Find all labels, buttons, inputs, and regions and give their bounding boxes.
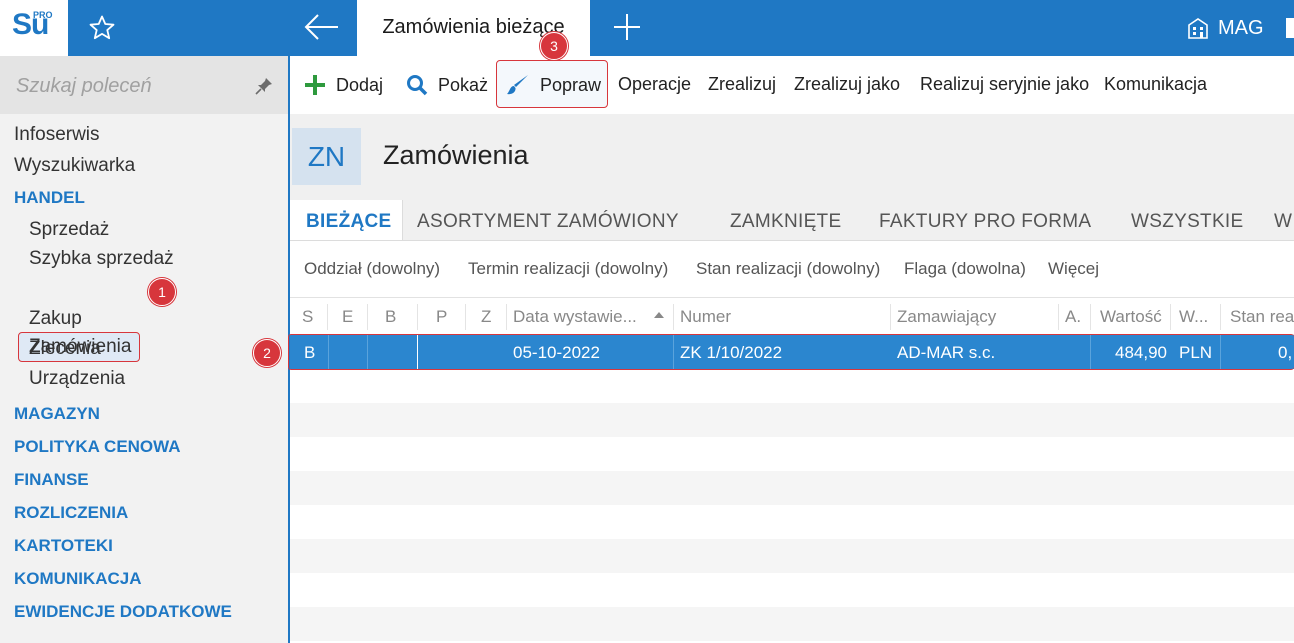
module-title: Zamówienia: [383, 140, 529, 170]
empty-row: [290, 607, 1294, 641]
plus-icon: [305, 75, 325, 95]
top-bar: Su PRO Zamówienia bieżące MAG: [0, 0, 1294, 56]
sidebar-item-urzadzenia[interactable]: Urządzenia: [29, 368, 125, 390]
dodaj-label: Dodaj: [336, 74, 384, 95]
column-header-stan[interactable]: Stan rea: [1230, 307, 1294, 327]
column-header-z[interactable]: Z: [481, 307, 491, 327]
dodaj-button[interactable]: Dodaj: [304, 74, 383, 96]
step-badge-2: 2: [253, 339, 281, 367]
sidebar-item-zlecenia[interactable]: Zlecenia: [29, 338, 101, 360]
filter-stan-realizacji[interactable]: Stan realizacji (dowolny): [696, 259, 880, 279]
calendar-icon[interactable]: [1286, 18, 1294, 38]
realizuj-seryjnie-label: Realizuj seryjnie jako: [920, 74, 1090, 94]
step-badge-3: 3: [540, 32, 568, 60]
column-header-s[interactable]: S: [302, 307, 313, 327]
sidebar-section-komunikacja[interactable]: KOMUNIKACJA: [14, 569, 142, 589]
sidebar-item-zakup[interactable]: Zakup: [29, 308, 82, 330]
column-header-zamawiajacy[interactable]: Zamawiający: [897, 307, 996, 327]
pokaz-button[interactable]: Pokaż: [406, 74, 488, 96]
selected-row-highlight: [288, 334, 1294, 370]
tab-biezace-label: BIEŻĄCE: [306, 211, 392, 232]
tab-wszystkie[interactable]: WSZYSTKIE: [1131, 211, 1244, 233]
sidebar-item-sprzedaz[interactable]: Sprzedaż: [29, 219, 109, 241]
empty-row: [290, 471, 1294, 505]
sidebar-item-wyszukiwarka[interactable]: Wyszukiwarka: [14, 155, 135, 177]
sidebar-section-polityka-cenowa[interactable]: POLITYKA CENOWA: [14, 437, 181, 457]
logo-pro: PRO: [33, 10, 53, 20]
tab-more[interactable]: W: [1274, 211, 1292, 233]
command-search-input[interactable]: [14, 70, 243, 102]
pin-icon[interactable]: [254, 76, 274, 96]
grid-header: S E B P Z Data wystawie... Numer Zamawia…: [290, 298, 1294, 335]
toolbar: Dodaj Pokaż Popraw Operacje Zrealizuj Zr…: [290, 56, 1294, 114]
komunikacja-label: Komunikacja: [1104, 74, 1208, 94]
zrealizuj-button[interactable]: Zrealizuj: [708, 74, 776, 95]
module-header: ZN Zamówienia: [290, 114, 1294, 200]
filter-wiecej[interactable]: Więcej: [1048, 259, 1099, 279]
empty-row: [290, 369, 1294, 403]
sidebar-section-rozliczenia[interactable]: ROZLICZENIA: [14, 503, 128, 523]
empty-row: [290, 573, 1294, 607]
column-header-wartosc[interactable]: Wartość: [1100, 307, 1162, 327]
popraw-button[interactable]: Popraw: [506, 74, 601, 96]
command-search: [0, 56, 288, 114]
tab-faktury-pro-forma[interactable]: FAKTURY PRO FORMA: [879, 211, 1091, 233]
sidebar-section-kartoteki[interactable]: KARTOTEKI: [14, 536, 113, 556]
step-badge-1: 1: [148, 278, 176, 306]
search-icon: [407, 75, 428, 96]
empty-row: [290, 539, 1294, 573]
module-code: ZN: [292, 128, 361, 185]
empty-row: [290, 403, 1294, 437]
column-header-e[interactable]: E: [342, 307, 353, 327]
view-tabs: BIEŻĄCE ASORTYMENT ZAMÓWIONY ZAMKNIĘTE F…: [290, 200, 1294, 241]
filter-bar: Oddział (dowolny) Termin realizacji (dow…: [290, 241, 1294, 298]
pokaz-label: Pokaż: [438, 74, 489, 95]
zrealizuj-jako-label: Zrealizuj jako: [794, 74, 901, 94]
zrealizuj-jako-button[interactable]: Zrealizuj jako: [794, 74, 900, 95]
sidebar: Infoserwis Wyszukiwarka HANDEL Sprzedaż …: [0, 56, 290, 643]
warehouse-label: MAG: [1218, 16, 1264, 39]
app-logo[interactable]: Su PRO: [0, 0, 68, 56]
filter-flaga[interactable]: Flaga (dowolna): [904, 259, 1026, 279]
filter-oddzial[interactable]: Oddział (dowolny): [304, 259, 440, 279]
komunikacja-button[interactable]: Komunikacja: [1104, 74, 1207, 95]
warehouse-selector[interactable]: MAG: [1186, 14, 1264, 42]
sidebar-section-ewidencje-dodatkowe[interactable]: EWIDENCJE DODATKOWE: [14, 602, 232, 622]
realizuj-seryjnie-button[interactable]: Realizuj seryjnie jako: [920, 74, 1089, 95]
empty-row: [290, 505, 1294, 539]
brush-icon: [507, 75, 528, 95]
sidebar-item-szybka-sprzedaz[interactable]: Szybka sprzedaż: [29, 248, 174, 270]
tab-biezace[interactable]: BIEŻĄCE: [290, 200, 403, 240]
sidebar-section-handel[interactable]: HANDEL: [14, 188, 85, 208]
tab-asortyment-zamowiony[interactable]: ASORTYMENT ZAMÓWIONY: [417, 211, 679, 233]
operacje-button[interactable]: Operacje: [618, 74, 691, 95]
sidebar-section-magazyn[interactable]: MAGAZYN: [14, 404, 100, 424]
popraw-label: Popraw: [540, 74, 602, 95]
zrealizuj-label: Zrealizuj: [708, 74, 777, 94]
sidebar-section-finanse[interactable]: FINANSE: [14, 470, 89, 490]
building-icon: [1188, 18, 1208, 39]
operacje-label: Operacje: [618, 74, 692, 94]
back-arrow-icon[interactable]: [302, 10, 342, 44]
tab-zamkniete[interactable]: ZAMKNIĘTE: [730, 211, 841, 233]
favorites-star-icon[interactable]: [88, 14, 116, 42]
column-header-a[interactable]: A.: [1065, 307, 1081, 327]
column-header-p[interactable]: P: [436, 307, 447, 327]
column-header-b[interactable]: B: [385, 307, 396, 327]
column-header-data[interactable]: Data wystawie...: [513, 307, 637, 327]
sidebar-item-infoserwis[interactable]: Infoserwis: [14, 124, 100, 146]
column-header-waluta[interactable]: W...: [1179, 307, 1208, 327]
new-tab-plus-icon[interactable]: [612, 12, 642, 42]
filter-termin-realizacji[interactable]: Termin realizacji (dowolny): [468, 259, 668, 279]
column-header-numer[interactable]: Numer: [680, 307, 731, 327]
empty-row: [290, 437, 1294, 471]
sort-ascending-icon: [654, 312, 664, 318]
